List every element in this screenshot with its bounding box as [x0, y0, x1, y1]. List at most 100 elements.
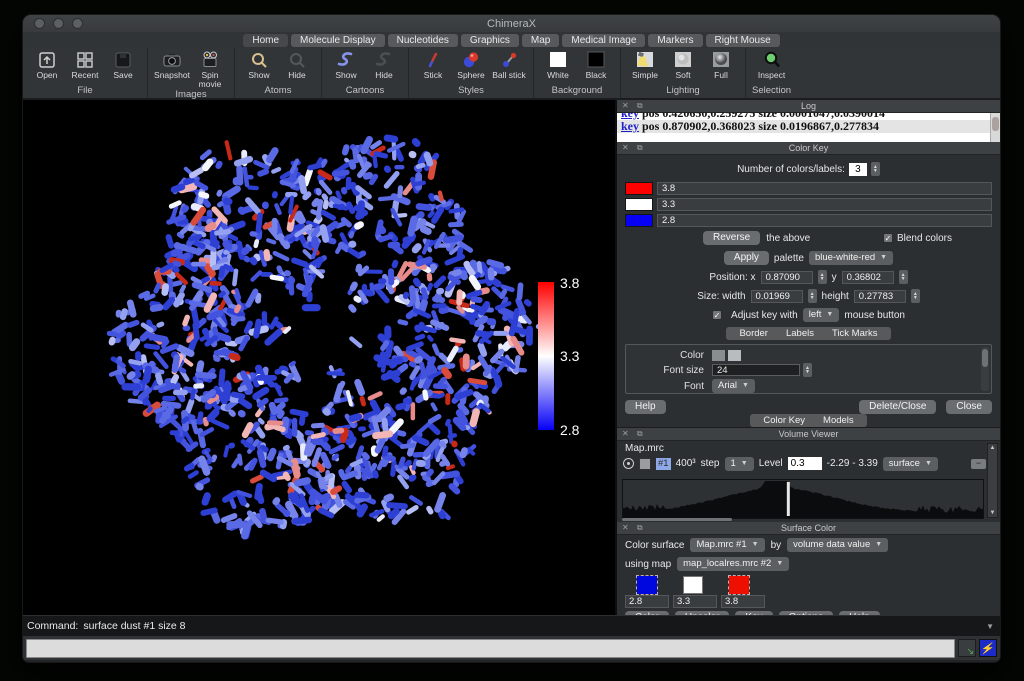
position-y-stepper[interactable]: ▲▼: [899, 270, 908, 284]
key-label-field[interactable]: 3.3: [657, 198, 992, 211]
blend-colors-checkbox[interactable]: ✓: [883, 233, 893, 243]
full-lighting-button[interactable]: Full: [703, 50, 739, 80]
save-button[interactable]: Save: [105, 50, 141, 80]
model-id-chip[interactable]: #1: [656, 458, 671, 470]
size-width-field[interactable]: 0.01969: [751, 290, 803, 303]
apply-button[interactable]: Apply: [724, 251, 769, 265]
log-panel-titlebar[interactable]: ✕ ⧉ Log: [617, 100, 1000, 113]
command-history-chevron-icon[interactable]: ▼: [986, 622, 996, 631]
volume-color-swatch[interactable]: [639, 458, 651, 470]
tab-graphics[interactable]: Graphics: [461, 34, 519, 47]
key-color-swatch[interactable]: [625, 214, 653, 227]
threshold-color-swatch[interactable]: [637, 576, 657, 594]
tab-border[interactable]: Border: [730, 327, 777, 340]
tab-nucleotides[interactable]: Nucleotides: [388, 34, 458, 47]
atoms-show-button[interactable]: Show: [241, 50, 277, 80]
tab-color-key[interactable]: Color Key: [754, 414, 814, 427]
options-button[interactable]: Options: [779, 611, 833, 615]
position-x-field[interactable]: 0.87090: [761, 271, 813, 284]
uncolor-button[interactable]: Uncolor: [675, 611, 729, 615]
threshold-color-swatch[interactable]: [729, 576, 749, 594]
resize-handle-icon[interactable]: [958, 639, 976, 657]
volume-scrollbar[interactable]: ▲▼: [987, 443, 998, 518]
simple-lighting-button[interactable]: Simple: [627, 50, 663, 80]
adjust-key-checkbox[interactable]: ✓: [712, 310, 722, 320]
position-x-stepper[interactable]: ▲▼: [818, 270, 827, 284]
display-style-dropdown[interactable]: surface▼: [883, 457, 938, 471]
tab-medical-image[interactable]: Medical Image: [562, 34, 645, 47]
surface-color-titlebar[interactable]: ✕ ⧉ Surface Color: [617, 522, 1000, 535]
inspect-button[interactable]: Inspect: [754, 50, 790, 80]
size-height-stepper[interactable]: ▲▼: [911, 289, 920, 303]
key-color-swatch[interactable]: [625, 182, 653, 195]
log-scrollbar[interactable]: [990, 113, 1000, 142]
tab-molecule-display[interactable]: Molecule Display: [291, 34, 385, 47]
font-size-field[interactable]: 24: [712, 364, 800, 376]
font-size-stepper[interactable]: ▲▼: [803, 363, 812, 377]
recent-button[interactable]: Recent: [67, 50, 103, 80]
step-dropdown[interactable]: 1▼: [725, 457, 754, 471]
color-button[interactable]: Color: [625, 611, 669, 615]
group-scrollbar[interactable]: [981, 347, 989, 391]
reverse-button[interactable]: Reverse: [703, 231, 760, 245]
palette-dropdown[interactable]: blue-white-red▼: [809, 251, 893, 265]
tab-home[interactable]: Home: [243, 34, 288, 47]
collapse-button[interactable]: −: [971, 459, 986, 469]
histogram-hscrollbar[interactable]: [622, 518, 732, 521]
volume-histogram[interactable]: [622, 479, 984, 519]
size-width-stepper[interactable]: ▲▼: [808, 289, 817, 303]
tab-models[interactable]: Models: [814, 414, 863, 427]
visibility-eye-icon[interactable]: [623, 458, 634, 469]
rapid-command-icon[interactable]: ⚡: [979, 639, 997, 657]
position-y-field[interactable]: 0.36802: [842, 271, 894, 284]
tab-right-mouse[interactable]: Right Mouse: [706, 34, 780, 47]
label-color-swatch-alt[interactable]: [728, 350, 741, 361]
delete-close-button[interactable]: Delete/Close: [859, 400, 936, 414]
using-map-dropdown[interactable]: map_localres.mrc #2▼: [677, 557, 789, 571]
size-height-field[interactable]: 0.27783: [854, 290, 906, 303]
open-button[interactable]: Open: [29, 50, 65, 80]
font-dropdown[interactable]: Arial▼: [712, 379, 755, 393]
spin-movie-button[interactable]: Spin movie: [192, 50, 228, 89]
tab-markers[interactable]: Markers: [648, 34, 702, 47]
num-colors-field[interactable]: 3: [849, 163, 867, 176]
snapshot-button[interactable]: Snapshot: [154, 50, 190, 80]
cartoons-show-button[interactable]: Show: [328, 50, 364, 80]
ball-stick-button[interactable]: Ball stick: [491, 50, 527, 80]
threshold-value-field[interactable]: 2.8: [625, 595, 669, 608]
close-button[interactable]: Close: [946, 400, 992, 414]
volume-viewer-titlebar[interactable]: ✕ ⧉ Volume Viewer: [617, 428, 1000, 441]
black-background-button[interactable]: Black: [578, 50, 614, 80]
sphere-button[interactable]: Sphere: [453, 50, 489, 80]
threshold-color-swatch[interactable]: [683, 576, 703, 594]
tab-map[interactable]: Map: [522, 34, 559, 47]
command-line-bar[interactable]: Command: surface dust #1 size 8 ▼: [23, 615, 1000, 636]
command-input[interactable]: surface dust #1 size 8: [83, 620, 185, 632]
log-key-link[interactable]: key: [621, 119, 639, 133]
title-bar[interactable]: ChimeraX: [23, 15, 1000, 32]
threshold-value-field[interactable]: 3.8: [721, 595, 765, 608]
mouse-button-dropdown[interactable]: left▼: [803, 308, 840, 322]
color-by-dropdown[interactable]: volume data value▼: [787, 538, 888, 552]
key-color-swatch[interactable]: [625, 198, 653, 211]
soft-lighting-button[interactable]: Soft: [665, 50, 701, 80]
cartoons-hide-button[interactable]: Hide: [366, 50, 402, 80]
atoms-hide-button[interactable]: Hide: [279, 50, 315, 80]
key-label-field[interactable]: 3.8: [657, 182, 992, 195]
surface-dropdown[interactable]: Map.mrc #1▼: [690, 538, 764, 552]
stick-button[interactable]: Stick: [415, 50, 451, 80]
help-button[interactable]: Help: [625, 400, 666, 414]
num-colors-stepper[interactable]: ▲▼: [871, 162, 880, 176]
white-background-button[interactable]: White: [540, 50, 576, 80]
key-label-field[interactable]: 2.8: [657, 214, 992, 227]
key-button[interactable]: Key: [735, 611, 772, 615]
graphics-viewport[interactable]: 3.8 3.3 2.8: [23, 100, 615, 615]
level-field[interactable]: 0.3: [788, 457, 822, 470]
help-button[interactable]: Help: [839, 611, 880, 615]
label-color-swatch[interactable]: [712, 350, 725, 361]
color-key-panel-titlebar[interactable]: ✕ ⧉ Color Key: [617, 142, 1000, 155]
threshold-value-field[interactable]: 3.3: [673, 595, 717, 608]
tab-tick-marks[interactable]: Tick Marks: [823, 327, 887, 340]
log-panel[interactable]: key pos 0.420650,0.259275 size 0.0001047…: [617, 113, 1000, 142]
tab-labels[interactable]: Labels: [777, 327, 823, 340]
